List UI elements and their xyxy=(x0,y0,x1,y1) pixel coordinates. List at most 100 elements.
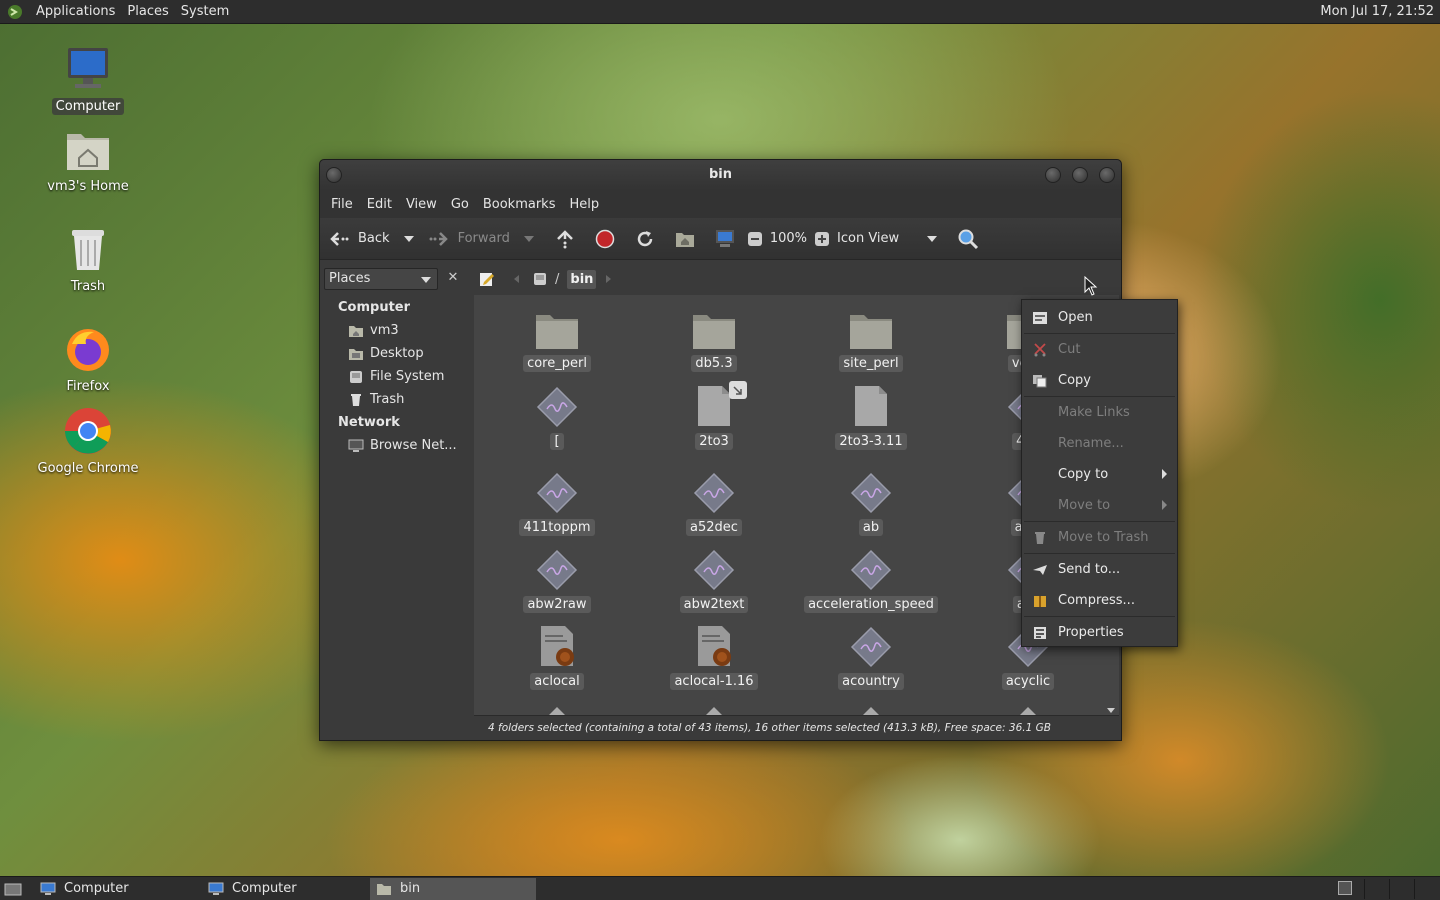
applications-menu[interactable]: Applications xyxy=(30,0,121,24)
stop-button[interactable] xyxy=(594,228,616,250)
menu-item-move-to-trash[interactable]: Move to Trash xyxy=(1022,522,1177,553)
executable-icon xyxy=(692,544,736,592)
up-button[interactable] xyxy=(554,228,576,250)
forward-history-dropdown[interactable] xyxy=(523,235,534,242)
file-item[interactable]: acountry xyxy=(796,621,946,690)
sidebar-item-label: Desktop xyxy=(370,346,424,361)
properties-icon xyxy=(1030,625,1050,641)
workspace-1[interactable] xyxy=(1338,881,1352,895)
sidebar-item-file-system[interactable]: File System xyxy=(324,365,469,388)
partial-file-item[interactable] xyxy=(1018,707,1038,715)
close-sidebar-icon[interactable]: ✕ xyxy=(444,269,462,287)
menu-edit[interactable]: Edit xyxy=(360,197,399,212)
breadcrumb-current[interactable]: bin xyxy=(567,269,597,289)
desktop-icon-computer[interactable]: Computer xyxy=(33,44,143,115)
computer-button[interactable] xyxy=(714,228,736,250)
taskbar-item-computer-2[interactable]: Computer xyxy=(202,878,368,900)
zoom-in-button[interactable] xyxy=(811,228,833,250)
menu-item-send-to[interactable]: Send to... xyxy=(1022,554,1177,585)
workspace-2[interactable] xyxy=(1364,879,1388,899)
file-item[interactable]: abw2raw xyxy=(482,544,632,613)
desktop-icon-firefox[interactable]: Firefox xyxy=(33,326,143,395)
scroll-down-arrow[interactable] xyxy=(1107,708,1115,713)
text-file-icon xyxy=(694,381,734,429)
desktop-icon-chrome[interactable]: Google Chrome xyxy=(33,406,143,477)
view-mode-select[interactable]: Icon View xyxy=(837,231,921,246)
menu-item-rename[interactable]: Rename... xyxy=(1022,428,1177,459)
menu-go[interactable]: Go xyxy=(444,197,476,212)
bottom-panel: Computer Computer bin xyxy=(0,876,1440,900)
executable-icon xyxy=(535,544,579,592)
search-button[interactable] xyxy=(957,228,979,250)
system-menu[interactable]: System xyxy=(175,0,235,24)
zoom-out-button[interactable] xyxy=(744,228,766,250)
window-titlebar[interactable]: bin xyxy=(320,160,1121,190)
back-button[interactable]: Back xyxy=(328,228,390,250)
desktop-icon-label: Computer xyxy=(51,98,125,115)
menu-view[interactable]: View xyxy=(399,197,444,212)
show-desktop-icon[interactable] xyxy=(0,878,26,900)
menu-item-move-to[interactable]: Move to xyxy=(1022,490,1177,521)
menu-help[interactable]: Help xyxy=(562,197,606,212)
close-button[interactable] xyxy=(1099,167,1115,183)
desktop-icon-trash[interactable]: Trash xyxy=(33,226,143,295)
places-menu[interactable]: Places xyxy=(121,0,174,24)
file-item[interactable]: 2to3 xyxy=(639,381,789,450)
symlink-badge-icon xyxy=(729,381,747,399)
sidebar-item-browse-network[interactable]: Browse Net... xyxy=(324,434,469,457)
clock[interactable]: Mon Jul 17, 21:52 xyxy=(1320,0,1434,24)
menu-item-compress[interactable]: Compress... xyxy=(1022,585,1177,616)
executable-icon xyxy=(535,381,579,429)
home-icon xyxy=(674,228,696,250)
workspace-4[interactable] xyxy=(1414,879,1438,899)
desktop-icon-home[interactable]: vm3's Home xyxy=(33,126,143,195)
menu-file[interactable]: File xyxy=(324,197,360,212)
menu-bookmarks[interactable]: Bookmarks xyxy=(476,197,563,212)
maximize-button[interactable] xyxy=(1072,167,1088,183)
file-item[interactable]: ab xyxy=(796,467,946,536)
desktop-folder-icon xyxy=(348,346,364,362)
file-item[interactable]: 411toppm xyxy=(482,467,632,536)
home-button[interactable] xyxy=(674,228,696,250)
breadcrumb-left-arrow[interactable] xyxy=(514,275,519,283)
reload-button[interactable] xyxy=(634,228,656,250)
file-item[interactable]: a52dec xyxy=(639,467,789,536)
minimize-button[interactable] xyxy=(1045,167,1061,183)
partial-file-item[interactable] xyxy=(547,707,567,715)
window-menu-button[interactable] xyxy=(326,167,342,183)
menu-item-open[interactable]: Open xyxy=(1022,302,1177,333)
file-item[interactable]: core_perl xyxy=(482,303,632,372)
zoom-level[interactable]: 100% xyxy=(770,231,807,246)
forward-button[interactable]: Forward xyxy=(428,228,510,250)
sidebar-item-desktop[interactable]: Desktop xyxy=(324,342,469,365)
copy-icon xyxy=(1030,373,1050,389)
menu-item-properties[interactable]: Properties xyxy=(1022,617,1177,648)
partial-file-item[interactable] xyxy=(704,707,724,715)
sidebar-pane-select[interactable]: Places xyxy=(324,268,438,290)
file-item[interactable]: aclocal-1.16 xyxy=(639,621,789,690)
file-item[interactable]: aclocal xyxy=(482,621,632,690)
taskbar-item-bin[interactable]: bin xyxy=(370,877,536,900)
partial-file-item[interactable] xyxy=(861,707,881,715)
file-item[interactable]: 2to3-3.11 xyxy=(796,381,946,450)
drive-icon[interactable] xyxy=(533,272,547,286)
file-item[interactable]: db5.3 xyxy=(639,303,789,372)
taskbar-item-computer-1[interactable]: Computer xyxy=(34,878,200,900)
file-item[interactable]: acceleration_speed xyxy=(796,544,946,613)
edit-location-icon[interactable] xyxy=(476,268,498,290)
menu-item-copy-to[interactable]: Copy to xyxy=(1022,459,1177,490)
file-item[interactable]: abw2text xyxy=(639,544,789,613)
breadcrumb-right-arrow[interactable] xyxy=(606,275,612,283)
mate-logo-icon[interactable] xyxy=(4,1,26,23)
workspace-3[interactable] xyxy=(1389,879,1413,899)
file-item[interactable]: [ xyxy=(482,381,632,450)
menu-item-make-links[interactable]: Make Links xyxy=(1022,397,1177,428)
home-folder-icon xyxy=(348,323,364,339)
file-item[interactable]: site_perl xyxy=(796,303,946,372)
sidebar-item-vm3[interactable]: vm3 xyxy=(324,319,469,342)
sidebar-item-trash[interactable]: Trash xyxy=(324,388,469,411)
menu-item-cut[interactable]: Cut xyxy=(1022,334,1177,365)
back-history-dropdown[interactable] xyxy=(403,235,414,242)
menu-item-copy[interactable]: Copy xyxy=(1022,365,1177,396)
view-mode-dropdown[interactable] xyxy=(927,235,938,242)
